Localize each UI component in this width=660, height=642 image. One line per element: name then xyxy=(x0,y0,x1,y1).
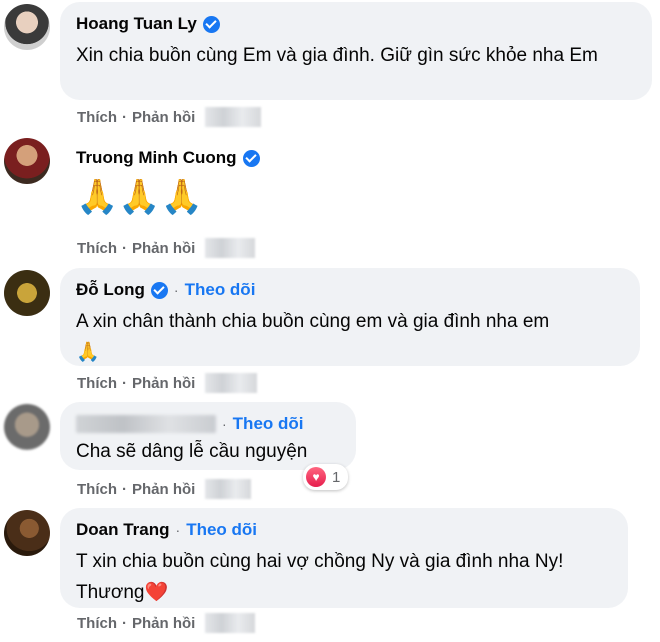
timestamp-redacted xyxy=(205,107,262,127)
comment-text: T xin chia buồn cùng hai vợ chồng Ny và … xyxy=(76,546,616,608)
comment-actions: Thích · Phản hồi xyxy=(77,237,256,259)
like-button[interactable]: Thích xyxy=(77,615,117,632)
comment-bubble: Đỗ Long · Theo dõi A xin chân thành chia… xyxy=(60,268,640,366)
follow-button[interactable]: Theo dõi xyxy=(185,280,256,300)
comment-bubble: · Theo dõi Cha sẽ dâng lễ cầu nguyện xyxy=(60,402,356,470)
author-name[interactable]: Đỗ Long xyxy=(76,280,145,300)
separator: · xyxy=(122,108,127,126)
avatar[interactable] xyxy=(4,138,50,184)
comment-bubble: Doan Trang · Theo dõi T xin chia buồn cù… xyxy=(60,508,628,608)
timestamp-redacted xyxy=(205,238,256,258)
timestamp-redacted xyxy=(205,479,252,499)
follow-button[interactable]: Theo dõi xyxy=(233,414,304,434)
comment-text: Xin chia buồn cùng Em và gia đình. Giữ g… xyxy=(76,45,598,66)
avatar[interactable] xyxy=(4,270,50,316)
separator: · xyxy=(122,239,127,257)
separator: · xyxy=(175,522,181,538)
comment-text: A xin chân thành chia buồn cùng em và gi… xyxy=(76,306,636,368)
avatar[interactable] xyxy=(4,404,50,450)
comment-actions: Thích · Phản hồi xyxy=(77,478,252,500)
separator: · xyxy=(222,416,227,432)
reply-button[interactable]: Phản hồi xyxy=(132,240,195,257)
comment-bubble: Hoang Tuan Ly Xin chia buồn cùng Em và g… xyxy=(60,2,652,100)
heart-emoji-icon: ❤️ xyxy=(144,582,169,603)
comment-actions: Thích · Phản hồi xyxy=(77,372,258,394)
like-button[interactable]: Thích xyxy=(77,240,117,257)
separator: · xyxy=(122,614,127,632)
comment-actions: Thích · Phản hồi xyxy=(77,106,262,128)
comment-text: Cha sẽ dâng lễ cầu nguyện xyxy=(76,441,308,462)
verified-badge-icon xyxy=(202,15,220,33)
timestamp-redacted xyxy=(205,373,258,393)
heart-icon: ♥ xyxy=(306,467,326,487)
pray-emoji: 🙏 xyxy=(76,342,100,363)
comment-text-body: A xin chân thành chia buồn cùng em và gi… xyxy=(76,311,550,332)
author-name[interactable]: Truong Minh Cuong xyxy=(76,148,237,168)
like-button[interactable]: Thích xyxy=(77,109,117,126)
reply-button[interactable]: Phản hồi xyxy=(132,375,195,392)
separator: · xyxy=(122,480,127,498)
author-name-redacted xyxy=(76,415,216,433)
reaction-count: 1 xyxy=(332,468,341,486)
like-button[interactable]: Thích xyxy=(77,375,117,392)
reply-button[interactable]: Phản hồi xyxy=(132,481,195,498)
separator: · xyxy=(173,282,179,298)
reaction-badge[interactable]: ♥ 1 xyxy=(303,464,349,490)
reply-button[interactable]: Phản hồi xyxy=(132,615,195,632)
author-name[interactable]: Hoang Tuan Ly xyxy=(76,14,197,34)
like-button[interactable]: Thích xyxy=(77,481,117,498)
separator: · xyxy=(122,374,127,392)
follow-button[interactable]: Theo dõi xyxy=(186,520,257,540)
avatar[interactable] xyxy=(4,4,50,50)
comment-bubble: Truong Minh Cuong 🙏🙏🙏 xyxy=(60,136,290,232)
verified-badge-icon xyxy=(242,149,260,167)
timestamp-redacted xyxy=(205,613,256,633)
verified-badge-icon xyxy=(150,281,168,299)
reply-button[interactable]: Phản hồi xyxy=(132,109,195,126)
avatar[interactable] xyxy=(4,510,50,556)
pray-emoji: 🙏🙏🙏 xyxy=(76,178,204,216)
author-name[interactable]: Doan Trang xyxy=(76,520,170,540)
comment-actions: Thích · Phản hồi xyxy=(77,612,256,634)
